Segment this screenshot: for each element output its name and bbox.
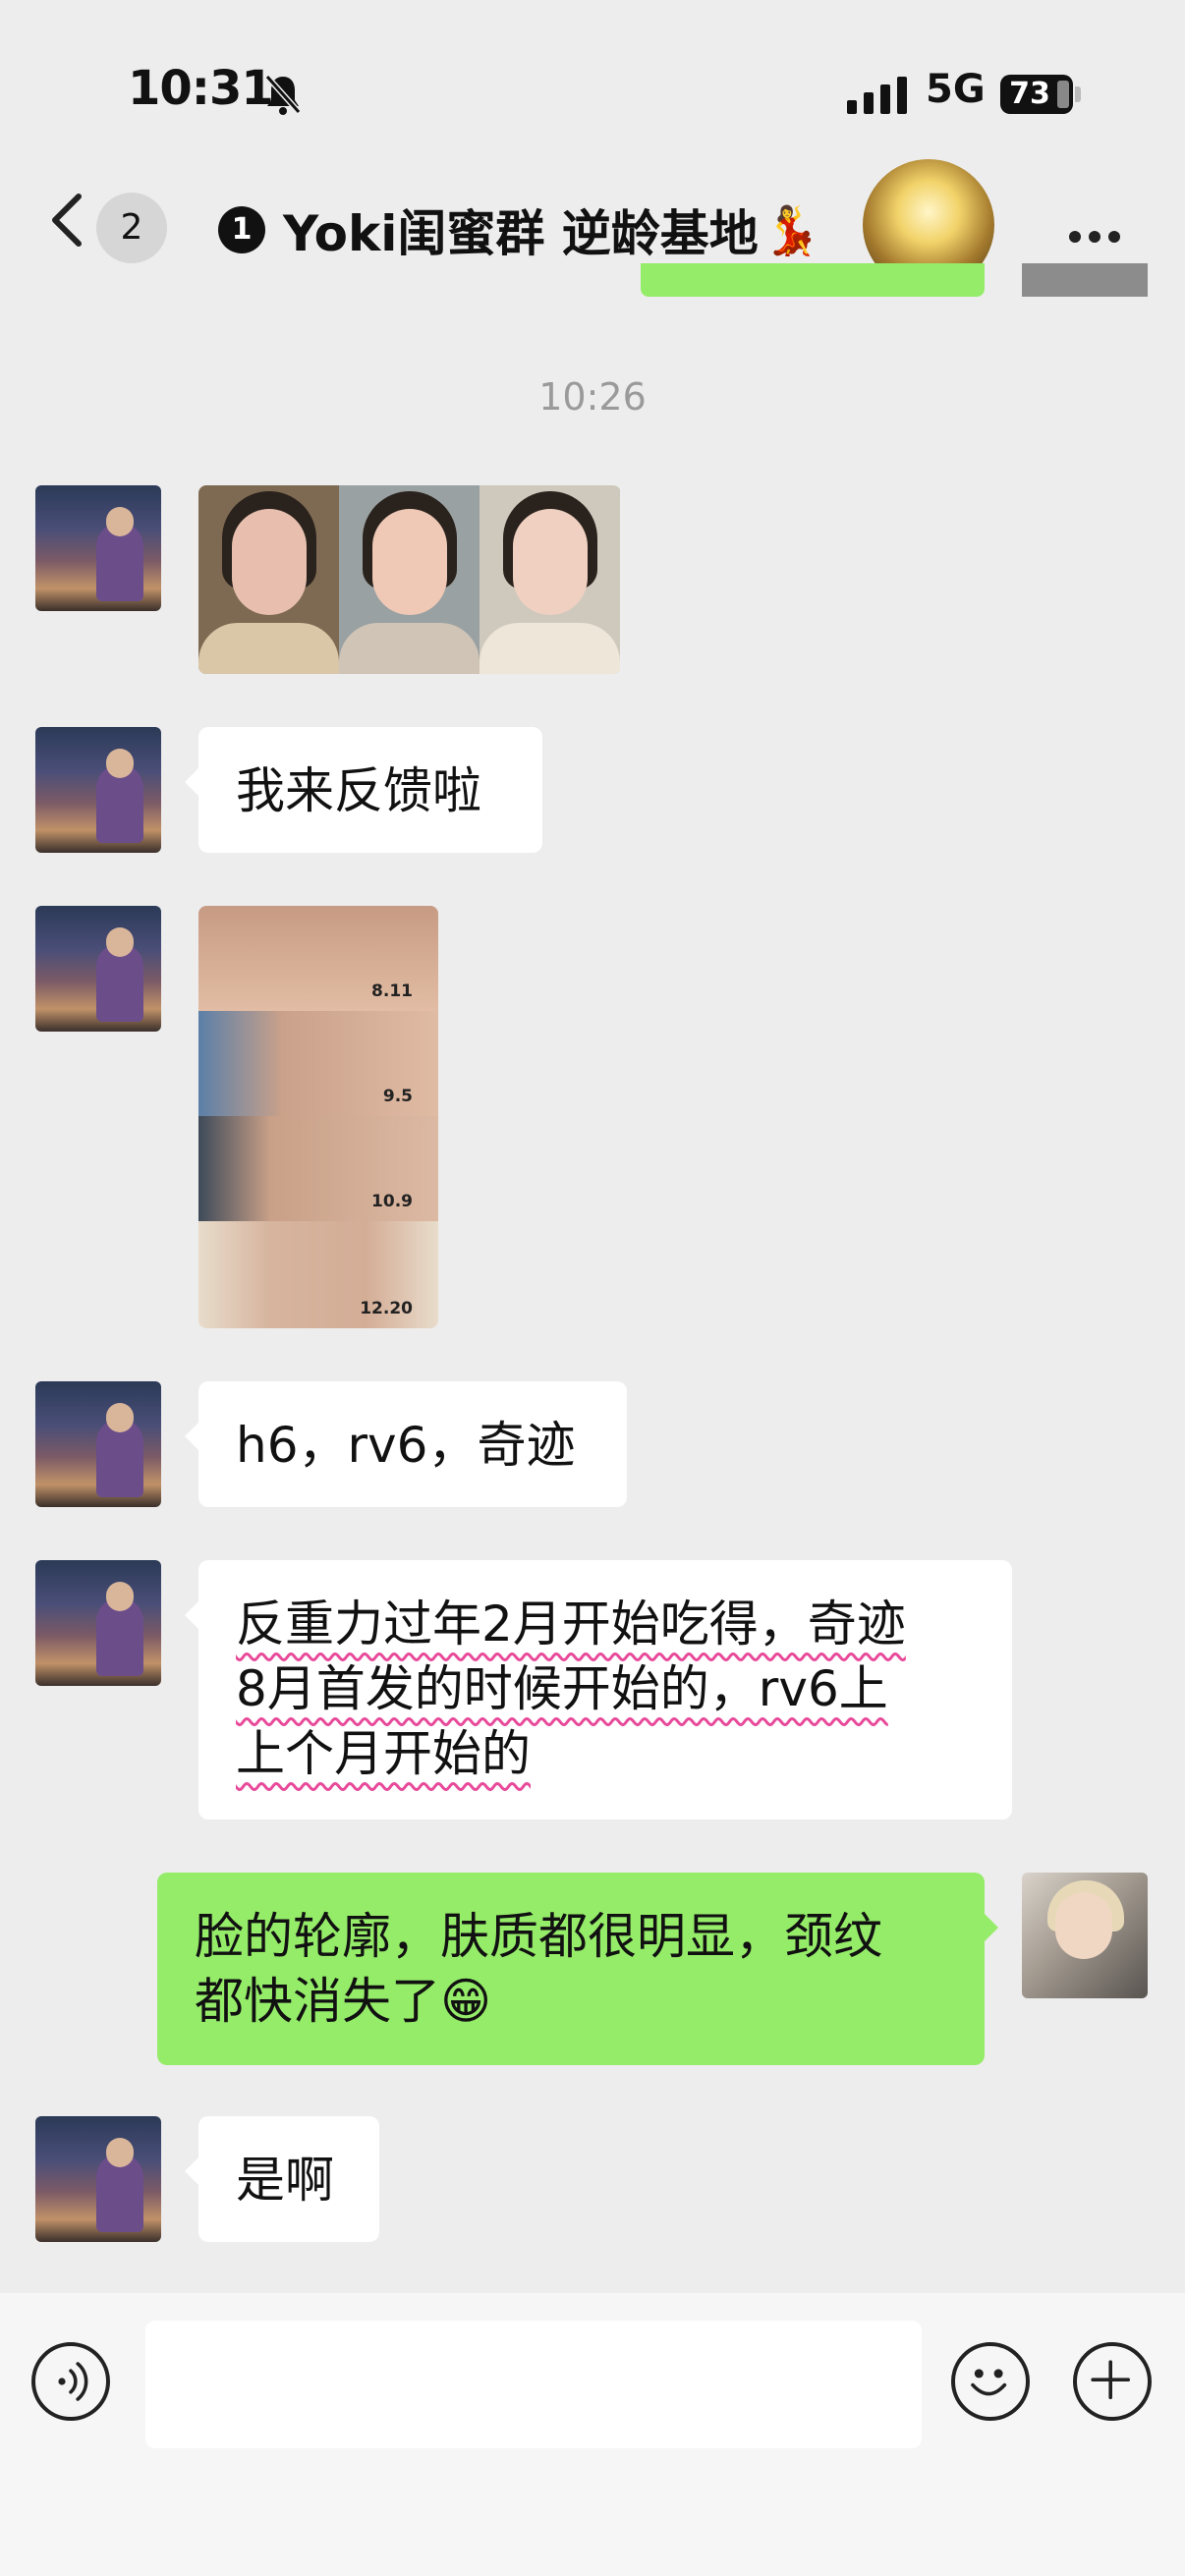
unread-badge[interactable]: 2	[96, 193, 167, 263]
signal-icon	[847, 77, 907, 114]
message-text: 是啊	[236, 2152, 334, 2209]
message-text: 都快消失了	[195, 1973, 440, 2030]
face-photo-3	[480, 485, 620, 674]
my-message-bubble[interactable]: 脸的轮廓，肤质都很明显，颈纹 都快消失了😁	[157, 1873, 998, 2065]
face-photo-1	[198, 485, 339, 674]
battery-empty-part	[1057, 81, 1069, 108]
sender-avatar[interactable]	[35, 2116, 161, 2242]
title-number-mark: 1	[218, 206, 265, 253]
message-text: 反重力过年2月开始吃得，奇迹	[236, 1596, 906, 1652]
chat-title[interactable]: 1 Yoki闺蜜群 逆龄基地 💃	[218, 198, 821, 262]
message-text: h6，rv6，奇迹	[236, 1417, 576, 1474]
sender-avatar[interactable]	[35, 727, 161, 853]
date-label: 12.20	[360, 1299, 413, 1318]
sender-avatar[interactable]	[35, 1560, 161, 1686]
message-line: 都快消失了😁	[195, 1969, 947, 2034]
chat-title-text: Yoki闺蜜群 逆龄基地	[283, 205, 759, 262]
message-text: 我来反馈啦	[236, 762, 481, 819]
battery-icon: 73	[1000, 75, 1073, 114]
network-label: 5G	[926, 67, 986, 112]
message-line: 上个月开始的	[236, 1721, 975, 1786]
message-timestamp: 10:26	[538, 375, 647, 419]
emoji-icon[interactable]	[951, 2342, 1030, 2421]
sender-avatar[interactable]	[35, 906, 161, 1032]
date-label: 8.11	[371, 981, 413, 1001]
input-bar	[0, 2293, 1185, 2576]
sender-avatar[interactable]	[35, 1381, 161, 1507]
my-avatar[interactable]	[1022, 1873, 1148, 1998]
neck-progress-image[interactable]: 8.11 9.5 10.9 12.20	[198, 906, 438, 1328]
battery-level: 73	[1009, 77, 1050, 111]
previous-message-bubble	[641, 263, 985, 297]
neck-photo-1: 8.11	[198, 906, 438, 1011]
message-line: 反重力过年2月开始吃得，奇迹	[236, 1592, 975, 1656]
previous-message-avatar	[1022, 263, 1148, 297]
message-bubble[interactable]: 反重力过年2月开始吃得，奇迹 8月首发的时候开始的，rv6上 上个月开始的	[185, 1560, 1012, 1820]
more-icon[interactable]	[1069, 228, 1128, 243]
neck-photo-3: 10.9	[198, 1116, 438, 1221]
date-label: 9.5	[382, 1087, 413, 1106]
message-bubble[interactable]: h6，rv6，奇迹	[185, 1381, 627, 1507]
message-text: 8月首发的时候开始的，rv6上	[236, 1660, 888, 1717]
face-photo-2	[339, 485, 480, 674]
grin-emoji: 😁	[440, 1973, 492, 2030]
message-text: 上个月开始的	[236, 1725, 531, 1782]
message-text: 脸的轮廓，肤质都很明显，颈纹	[195, 1908, 882, 1965]
face-photos-image[interactable]	[198, 485, 621, 674]
status-time: 10:31	[128, 61, 274, 116]
message-line: 8月首发的时候开始的，rv6上	[236, 1656, 975, 1721]
chat-header: 2 1 Yoki闺蜜群 逆龄基地 💃	[0, 147, 1185, 265]
message-bubble[interactable]: 我来反馈啦	[185, 727, 542, 853]
plus-icon[interactable]	[1073, 2342, 1152, 2421]
neck-photo-2: 9.5	[198, 1011, 438, 1116]
back-chevron-icon[interactable]	[47, 193, 86, 248]
sender-avatar[interactable]	[35, 485, 161, 611]
mute-bell-icon	[264, 75, 302, 115]
neck-photo-4: 12.20	[198, 1221, 438, 1328]
dancer-emoji: 💃	[762, 202, 821, 258]
battery-tip	[1075, 86, 1081, 102]
message-line: 脸的轮廓，肤质都很明显，颈纹	[195, 1904, 947, 1969]
date-label: 10.9	[371, 1192, 413, 1211]
voice-icon[interactable]	[31, 2342, 110, 2421]
message-input[interactable]	[145, 2321, 922, 2448]
message-bubble[interactable]: 是啊	[185, 2116, 379, 2242]
